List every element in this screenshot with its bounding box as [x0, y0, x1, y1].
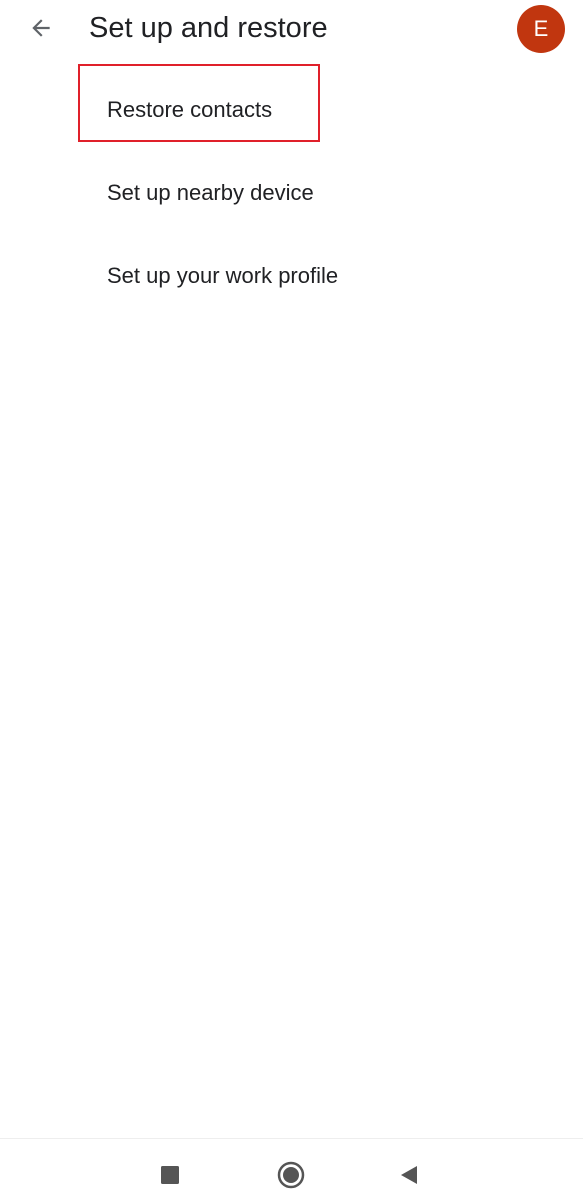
- account-avatar[interactable]: E: [517, 5, 565, 53]
- back-button[interactable]: [22, 10, 60, 46]
- menu-item-label: Restore contacts: [107, 97, 273, 122]
- setup-options-list: Restore contacts Set up nearby device Se…: [0, 69, 583, 318]
- circle-icon: [277, 1161, 305, 1189]
- menu-item-set-up-work-profile[interactable]: Set up your work profile: [0, 235, 583, 318]
- back-nav-button[interactable]: [389, 1157, 429, 1193]
- page-title: Set up and restore: [89, 12, 328, 44]
- app-bar: Set up and restore E: [0, 0, 583, 56]
- arrow-back-icon: [32, 19, 50, 37]
- recents-button[interactable]: [150, 1157, 190, 1193]
- square-icon: [161, 1166, 179, 1184]
- menu-item-restore-contacts[interactable]: Restore contacts: [0, 69, 583, 152]
- avatar-initial: E: [533, 16, 549, 41]
- menu-item-label: Set up your work profile: [107, 263, 339, 288]
- triangle-back-icon: [401, 1166, 417, 1184]
- menu-item-set-up-nearby-device[interactable]: Set up nearby device: [0, 152, 583, 235]
- home-button[interactable]: [271, 1157, 311, 1193]
- system-navigation-bar: [0, 1138, 583, 1202]
- menu-item-label: Set up nearby device: [107, 180, 314, 205]
